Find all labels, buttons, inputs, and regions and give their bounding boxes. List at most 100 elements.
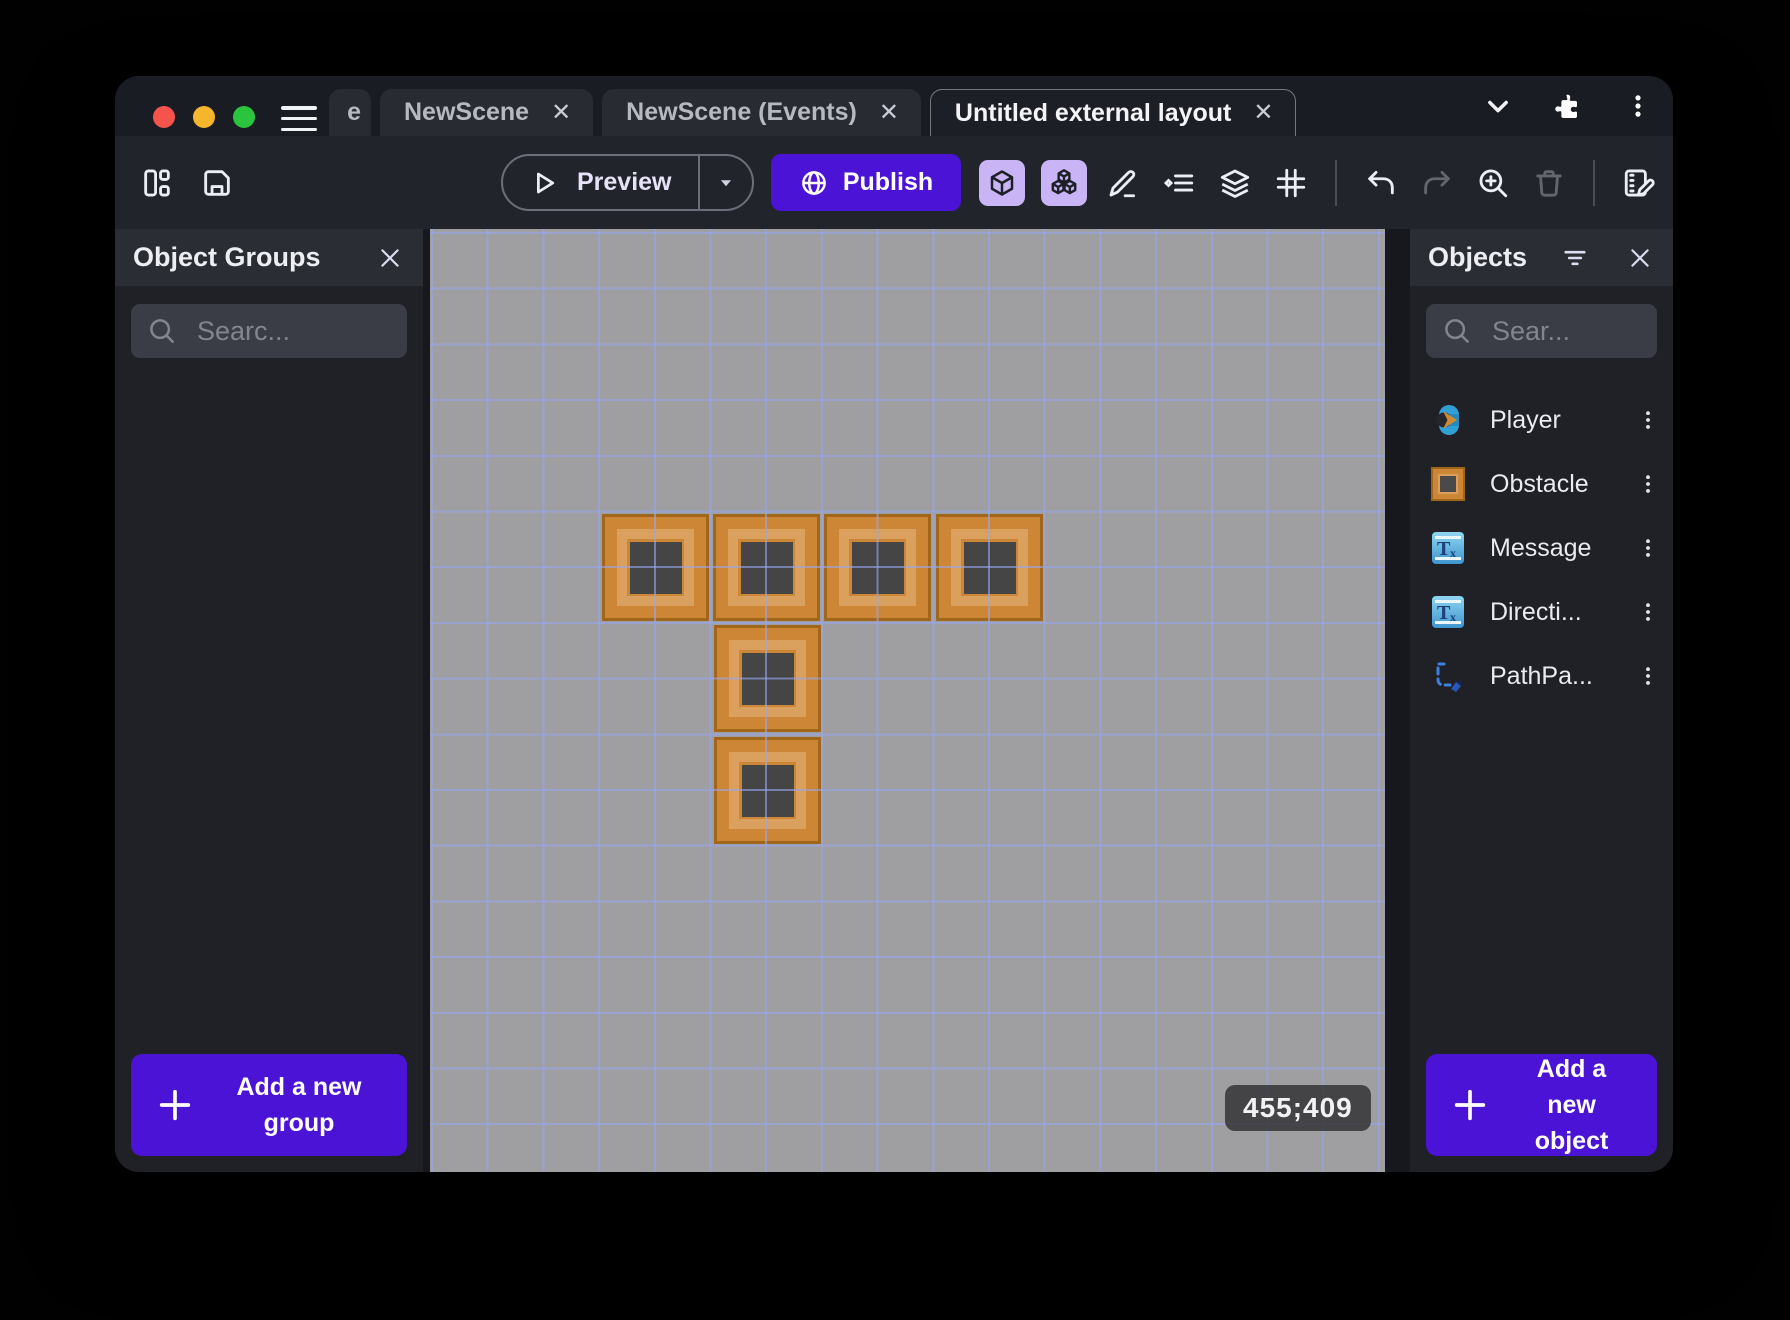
object-item-direction[interactable]: T x Directi... — [1410, 580, 1673, 644]
plus-icon — [159, 1089, 191, 1121]
instances-mode-cubes-icon[interactable] — [1041, 159, 1087, 206]
tab-bar: e NewScene ✕ NewScene (Events) ✕ Untitle… — [115, 76, 1673, 136]
grid-icon[interactable] — [1271, 163, 1311, 203]
object-groups-title: Object Groups — [133, 242, 321, 272]
objects-search[interactable] — [1426, 304, 1657, 358]
edit-pencil-icon[interactable] — [1103, 163, 1143, 203]
tab-newscene-events[interactable]: NewScene (Events) ✕ — [602, 89, 921, 136]
minimize-window-button[interactable] — [193, 106, 215, 128]
objects-panel: Objects Sear... Player Obstacle T x Mess… — [1410, 229, 1673, 1172]
svg-text:x: x — [1450, 610, 1456, 624]
objects-mode-cube-icon[interactable] — [979, 159, 1025, 206]
publish-label: Publish — [842, 168, 934, 196]
toolbar-divider — [1593, 159, 1595, 206]
obstacle-instance[interactable] — [824, 514, 931, 621]
tab-label: e — [347, 98, 361, 126]
object-menu-icon[interactable] — [1637, 409, 1659, 431]
object-groups-search-input[interactable] — [195, 314, 391, 348]
add-group-label: Add a new group — [236, 1072, 362, 1137]
object-item-pathpainter[interactable]: PathPa... — [1410, 644, 1673, 708]
svg-text:T: T — [1437, 538, 1451, 560]
close-tab-icon[interactable]: ✕ — [549, 99, 573, 127]
zoom-window-button[interactable] — [233, 106, 255, 128]
app-window: e NewScene ✕ NewScene (Events) ✕ Untitle… — [115, 76, 1673, 1172]
save-icon[interactable] — [197, 163, 237, 203]
panels-layout-icon[interactable] — [137, 163, 177, 203]
tab-label: NewScene (Events) — [626, 98, 857, 126]
tab-untitled-external-layout[interactable]: Untitled external layout ✕ — [929, 89, 1297, 136]
cursor-coordinates-badge: 455;409 — [1225, 1085, 1371, 1131]
more-options-icon[interactable] — [1603, 76, 1673, 136]
text-object-icon: T x — [1432, 532, 1464, 564]
grid-overlay — [430, 229, 1385, 1172]
object-menu-icon[interactable] — [1637, 537, 1659, 559]
add-group-button[interactable]: Add a new group — [131, 1054, 407, 1156]
obstacle-core — [741, 764, 794, 817]
object-groups-search[interactable] — [131, 304, 407, 358]
chevron-down-icon[interactable] — [1463, 76, 1533, 136]
tab-label: Untitled external layout — [954, 98, 1232, 127]
add-object-button[interactable]: Add a new object — [1426, 1054, 1657, 1156]
tab-truncated[interactable]: e — [329, 89, 371, 136]
window-controls — [153, 106, 255, 128]
close-panel-icon[interactable] — [1627, 245, 1653, 271]
tab-label: NewScene — [404, 98, 530, 126]
close-tab-icon[interactable]: ✕ — [877, 99, 901, 127]
objects-title: Objects — [1428, 242, 1528, 272]
plus-icon — [1454, 1089, 1486, 1121]
object-item-obstacle[interactable]: Obstacle — [1410, 452, 1673, 516]
object-menu-icon[interactable] — [1637, 665, 1659, 687]
preview-options-caret-icon[interactable] — [697, 156, 752, 209]
redo-icon[interactable] — [1417, 163, 1457, 203]
extensions-puzzle-icon[interactable] — [1533, 76, 1603, 136]
publish-button[interactable]: Publish — [771, 154, 961, 211]
layers-icon[interactable] — [1215, 163, 1255, 203]
objects-list-icon[interactable] — [1159, 163, 1199, 203]
globe-icon — [801, 170, 826, 195]
obstacle-instance[interactable] — [714, 737, 821, 844]
search-icon — [150, 319, 174, 343]
tab-newscene[interactable]: NewScene ✕ — [380, 89, 594, 136]
path-object-icon — [1436, 662, 1463, 692]
objects-list: Player Obstacle T x Message T x Directi.… — [1410, 388, 1673, 708]
object-groups-panel: Object Groups Add a new group — [115, 229, 423, 1172]
object-item-message[interactable]: T x Message — [1410, 516, 1673, 580]
obstacle-core — [851, 541, 904, 594]
svg-text:T: T — [1437, 602, 1451, 624]
objects-search-input[interactable] — [1490, 314, 1641, 348]
object-item-player[interactable]: Player — [1410, 388, 1673, 452]
obstacle-core — [741, 652, 794, 705]
text-object-icon: T x — [1432, 596, 1464, 628]
add-object-label: Add a new object — [1534, 1054, 1609, 1156]
preview-button[interactable]: Preview — [503, 156, 698, 209]
edit-scene-properties-icon[interactable] — [1619, 163, 1659, 203]
scene-canvas[interactable]: 455;409 — [430, 229, 1385, 1172]
close-tab-icon[interactable]: ✕ — [1251, 99, 1275, 127]
obstacle-core — [740, 541, 793, 594]
play-icon — [537, 172, 555, 193]
close-window-button[interactable] — [153, 106, 175, 128]
obstacle-core — [629, 541, 682, 594]
toolbar: Preview Publish — [115, 136, 1673, 229]
main-content: Object Groups Add a new group 455;409 — [115, 229, 1673, 1172]
obstacle-instance[interactable] — [713, 514, 820, 621]
toolbar-divider — [1335, 159, 1337, 206]
delete-trash-icon[interactable] — [1529, 163, 1569, 203]
undo-icon[interactable] — [1361, 163, 1401, 203]
preview-button-group: Preview — [501, 154, 754, 211]
obstacle-instance[interactable] — [936, 514, 1043, 621]
preview-label: Preview — [577, 168, 672, 196]
object-menu-icon[interactable] — [1637, 601, 1659, 623]
obstacle-instance[interactable] — [714, 625, 821, 732]
obstacle-core — [963, 541, 1016, 594]
filter-icon[interactable] — [1561, 244, 1589, 272]
obstacle-instance[interactable] — [602, 514, 709, 621]
close-panel-icon[interactable] — [377, 245, 403, 271]
object-menu-icon[interactable] — [1637, 473, 1659, 495]
main-menu-icon[interactable] — [281, 106, 317, 131]
zoom-in-icon[interactable] — [1473, 163, 1513, 203]
obstacle-tile-icon — [1431, 467, 1465, 501]
svg-text:x: x — [1450, 546, 1456, 560]
player-sprite-icon — [1436, 405, 1459, 435]
search-icon — [1445, 319, 1469, 343]
